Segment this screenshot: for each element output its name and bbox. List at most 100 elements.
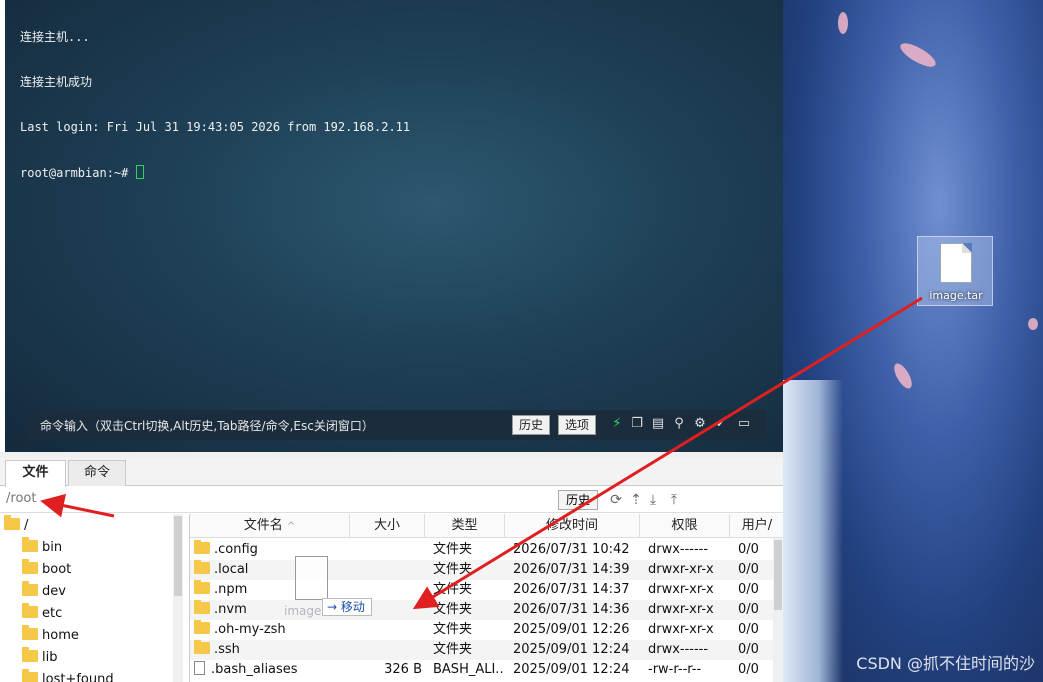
- file-list[interactable]: 文件名 ^ 大小 类型 修改时间 权限 用户/ .config 文件夹 2026/0…: [189, 514, 783, 682]
- cell-name: .ssh: [194, 640, 344, 660]
- cell-size: [350, 640, 422, 660]
- column-header-label: 文件名: [243, 518, 283, 533]
- check-icon[interactable]: ✔: [713, 416, 729, 432]
- tree-node-label: dev: [42, 584, 66, 599]
- cell-permission: drwx------: [648, 542, 709, 557]
- cell-type: 文件夹: [433, 582, 473, 597]
- file-list-scrollbar[interactable]: [773, 538, 783, 682]
- tree-node-dev[interactable]: dev: [22, 581, 66, 602]
- tree-node-label: boot: [42, 562, 72, 577]
- command-input-bar[interactable]: 命令输入（双击Ctrl切换,Alt历史,Tab路径/命令,Esc关闭窗口） 历史…: [26, 410, 766, 440]
- folder-icon: [194, 620, 210, 634]
- desktop-wallpaper: CSDN @抓不住时间的沙: [783, 0, 1043, 682]
- tree-node-label: bin: [42, 540, 63, 555]
- arrow-right-icon: →: [327, 600, 341, 614]
- gear-icon[interactable]: ⚙: [692, 416, 708, 432]
- tab-commands[interactable]: 命令: [68, 460, 126, 486]
- folder-icon: [22, 581, 38, 596]
- folder-icon: [22, 647, 38, 662]
- cell-size: [350, 620, 422, 640]
- tree-node-bin[interactable]: bin: [22, 537, 63, 558]
- cell-type: BASH_ALI...: [433, 662, 505, 677]
- column-header-size[interactable]: 大小: [350, 514, 425, 538]
- cell-modified: 2026/07/31 10:42: [513, 542, 630, 557]
- tree-node-etc[interactable]: etc: [22, 603, 63, 624]
- cell-name: .oh-my-zsh: [194, 620, 344, 640]
- file-icon: [194, 661, 205, 675]
- cell-permission: drwxr-xr-x: [648, 602, 714, 617]
- tree-node-home[interactable]: home: [22, 625, 79, 646]
- table-row[interactable]: .nvm 文件夹 2026/07/31 14:36 drwxr-xr-x 0/0: [190, 600, 783, 620]
- terminal-cursor: [135, 165, 144, 179]
- folder-icon: [22, 559, 38, 574]
- table-row[interactable]: .bash_aliases 326 B BASH_ALI... 2025/09/01 …: [190, 660, 783, 680]
- path-input[interactable]: /root: [6, 491, 36, 506]
- upload-icon[interactable]: ⤒: [665, 491, 683, 509]
- tree-node-label: lib: [42, 650, 58, 665]
- cell-modified: 2026/07/31 14:36: [513, 602, 630, 617]
- tree-scrollbar[interactable]: [173, 514, 183, 682]
- tree-node-lost-found[interactable]: lost+found: [22, 669, 114, 682]
- move-tooltip-label: 移动: [340, 600, 365, 614]
- table-row[interactable]: .local 文件夹 2026/07/31 14:39 drwxr-xr-x 0/0: [190, 560, 783, 580]
- scrollbar-thumb[interactable]: [174, 516, 182, 596]
- column-header-modified[interactable]: 修改时间: [505, 514, 640, 538]
- cell-permission: -rw-r--r--: [648, 662, 702, 677]
- paste-icon[interactable]: ▤: [650, 416, 666, 432]
- folder-icon: [22, 537, 38, 552]
- petal-decoration: [838, 12, 848, 34]
- tree-node-root[interactable]: /: [4, 515, 28, 536]
- petal-decoration: [1028, 318, 1038, 330]
- path-history-button[interactable]: 历史: [558, 490, 598, 510]
- cell-modified: 2025/09/01 12:26: [513, 622, 630, 637]
- history-button[interactable]: 历史: [512, 415, 551, 435]
- table-row[interactable]: .config 文件夹 2026/07/31 10:42 drwx------ 0/0: [190, 540, 783, 560]
- up-icon[interactable]: ⇡: [627, 491, 645, 509]
- scrollbar-thumb[interactable]: [774, 540, 782, 610]
- column-header-owner[interactable]: 用户/: [730, 514, 783, 538]
- desktop-file-label: image.tar: [929, 289, 983, 302]
- lightning-icon[interactable]: ⚡: [609, 416, 625, 432]
- sort-ascending-icon: ^: [286, 521, 296, 532]
- tab-files[interactable]: 文件: [5, 460, 66, 487]
- file-name-text: .ssh: [214, 642, 240, 657]
- folder-icon: [194, 580, 210, 594]
- column-header-type[interactable]: 类型: [425, 514, 505, 538]
- petal-decoration: [890, 360, 916, 392]
- terminal-pane[interactable]: 连接主机... 连接主机成功 Last login: Fri Jul 31 19…: [5, 0, 783, 452]
- cell-permission: drwx------: [648, 642, 709, 657]
- file-list-header: 文件名 ^ 大小 类型 修改时间 权限 用户/: [190, 514, 783, 538]
- terminal-line: 连接主机...: [20, 30, 90, 44]
- directory-tree[interactable]: / bin boot dev etc home lib lost+found: [0, 514, 183, 682]
- file-name-text: .local: [214, 562, 249, 577]
- search-icon[interactable]: ⚲: [671, 416, 687, 432]
- download-icon[interactable]: ⤓: [644, 491, 662, 509]
- desktop-file-image-tar[interactable]: image.tar: [917, 236, 993, 306]
- file-name-text: .config: [214, 542, 258, 557]
- cell-type: 文件夹: [433, 602, 473, 617]
- table-row[interactable]: .oh-my-zsh 文件夹 2025/09/01 12:26 drwxr-xr-x 0…: [190, 620, 783, 640]
- command-input-hint: 命令输入（双击Ctrl切换,Alt历史,Tab路径/命令,Esc关闭窗口）: [40, 419, 374, 433]
- tree-node-label: home: [42, 628, 79, 643]
- terminal-output: 连接主机... 连接主机成功 Last login: Fri Jul 31 19…: [20, 0, 410, 211]
- refresh-icon[interactable]: ⟳: [607, 491, 625, 509]
- petal-decoration: [897, 38, 939, 72]
- cell-name: .bash_aliases: [194, 660, 344, 680]
- terminal-line: 连接主机成功: [20, 75, 93, 89]
- copy-icon[interactable]: ❐: [629, 416, 645, 432]
- table-row[interactable]: .npm 文件夹 2026/07/31 14:37 drwxr-xr-x 0/0: [190, 580, 783, 600]
- tree-node-label: lost+found: [42, 672, 114, 682]
- tree-node-label: etc: [42, 606, 63, 621]
- column-header-permission[interactable]: 权限: [640, 514, 730, 538]
- file-name-text: .nvm: [214, 602, 247, 617]
- cell-type: 文件夹: [433, 622, 473, 637]
- table-row[interactable]: .ssh 文件夹 2025/09/01 12:24 drwx------ 0/0: [190, 640, 783, 660]
- terminal-app-window: 连接主机... 连接主机成功 Last login: Fri Jul 31 19…: [0, 0, 783, 682]
- options-button[interactable]: 选项: [558, 415, 597, 435]
- tree-node-lib[interactable]: lib: [22, 647, 58, 668]
- column-header-name[interactable]: 文件名 ^: [190, 514, 350, 538]
- folder-icon: [194, 600, 210, 614]
- cell-modified: 2025/09/01 12:24: [513, 642, 630, 657]
- window-icon[interactable]: ▭: [736, 416, 752, 432]
- tree-node-boot[interactable]: boot: [22, 559, 72, 580]
